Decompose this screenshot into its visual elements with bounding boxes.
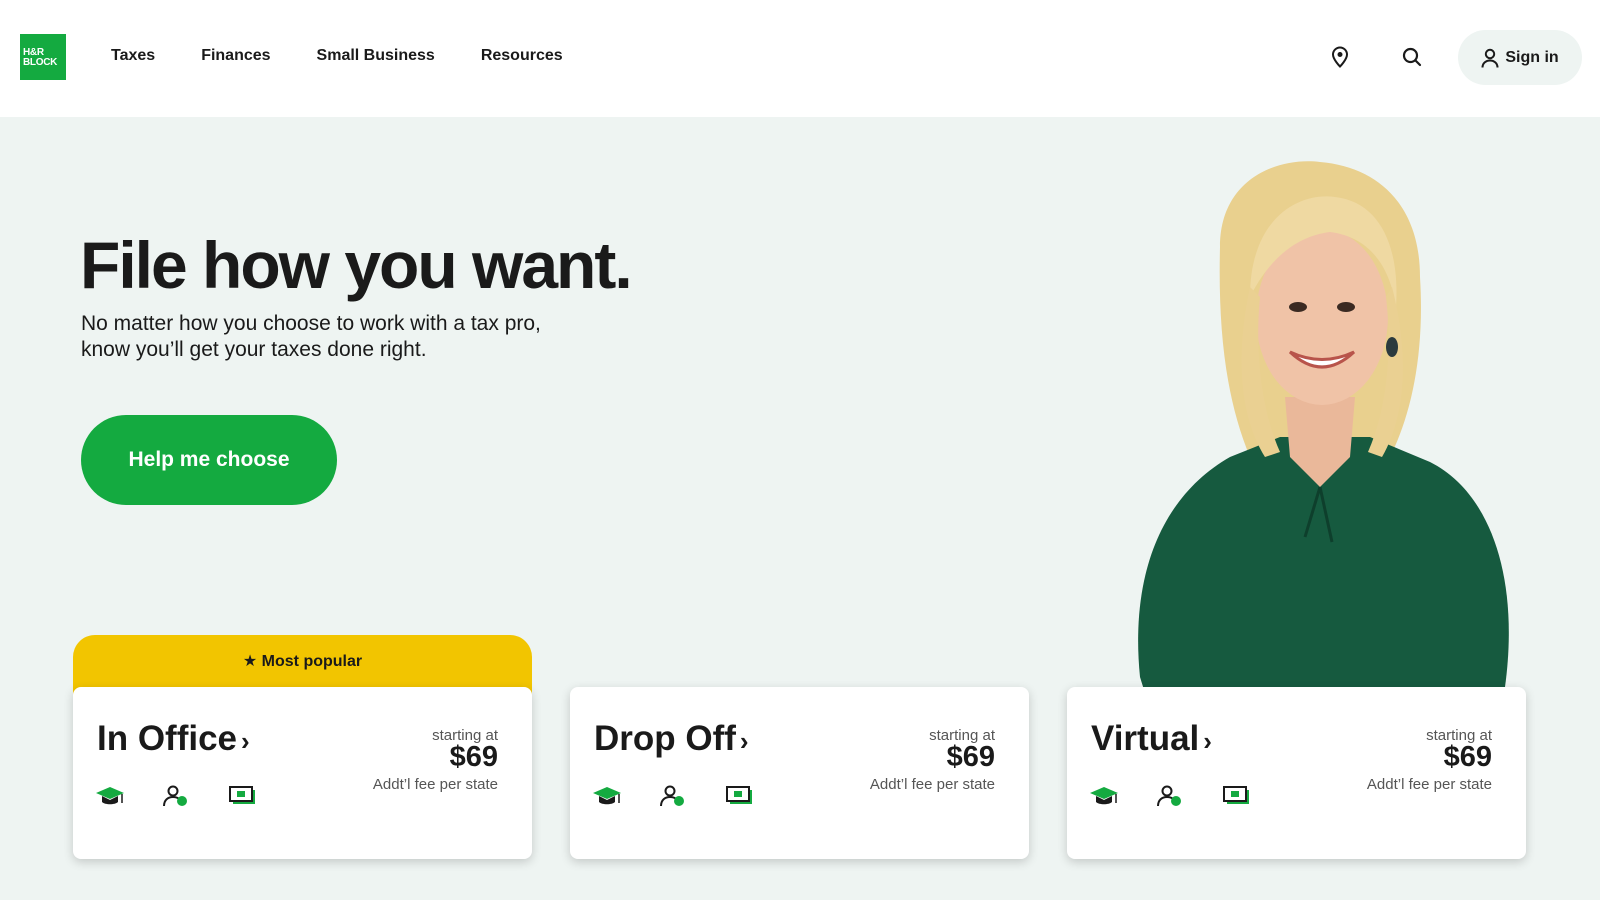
most-popular-label: Most popular — [261, 653, 363, 670]
card-feature-icons — [1089, 783, 1290, 809]
search-icon[interactable] — [1399, 44, 1425, 70]
card-drop-off[interactable]: Drop Off › starting at $69 Addt’l fee per… — [570, 687, 1029, 859]
help-me-choose-button[interactable]: Help me choose — [81, 415, 337, 505]
money-icon — [229, 783, 296, 809]
hero-subtext: No matter how you choose to work with a … — [81, 312, 541, 361]
person-icon — [659, 783, 726, 809]
card-in-office[interactable]: In Office › starting at $69 Addt’l fee pe… — [73, 687, 532, 859]
nav-taxes[interactable]: Taxes — [111, 47, 155, 65]
card-title: Virtual — [1091, 719, 1200, 758]
hero-headline: File how you want. — [80, 228, 633, 302]
card-fee: Addt’l fee per state — [372, 776, 498, 793]
site-header: H&R BLOCK Taxes Finances Small Business … — [0, 0, 1600, 117]
card-fee: Addt’l fee per state — [1366, 776, 1492, 793]
nav-resources[interactable]: Resources — [481, 47, 563, 65]
card-price: $69 — [1443, 741, 1492, 773]
chevron-right-icon: › — [1203, 726, 1212, 756]
nav-finances[interactable]: Finances — [201, 47, 270, 65]
money-icon — [726, 783, 793, 809]
card-feature-icons — [592, 783, 793, 809]
sign-in-button[interactable]: Sign in — [1458, 30, 1582, 85]
main-nav: Taxes Finances Small Business Resources — [111, 47, 609, 65]
card-virtual[interactable]: Virtual › starting at $69 Addt’l fee per … — [1067, 687, 1526, 859]
card-title: Drop Off — [594, 719, 736, 758]
card-price: $69 — [449, 741, 498, 773]
card-fee: Addt’l fee per state — [869, 776, 995, 793]
location-pin-icon[interactable] — [1327, 44, 1353, 70]
person-icon — [1156, 783, 1223, 809]
person-icon — [162, 783, 229, 809]
graduation-cap-icon — [592, 783, 659, 809]
card-feature-icons — [95, 783, 296, 809]
star-icon: ★ — [242, 653, 258, 670]
chevron-right-icon: › — [739, 726, 749, 756]
money-icon — [1223, 783, 1290, 809]
logo-line2: BLOCK — [23, 57, 58, 68]
chevron-right-icon: › — [241, 726, 250, 756]
hr-block-logo[interactable]: H&R BLOCK — [20, 34, 66, 80]
user-icon — [1481, 48, 1499, 68]
card-title: In Office — [97, 719, 238, 758]
graduation-cap-icon — [1089, 783, 1156, 809]
card-price: $69 — [946, 741, 995, 773]
sign-in-label: Sign in — [1505, 48, 1559, 66]
nav-small-business[interactable]: Small Business — [317, 47, 435, 65]
graduation-cap-icon — [95, 783, 162, 809]
